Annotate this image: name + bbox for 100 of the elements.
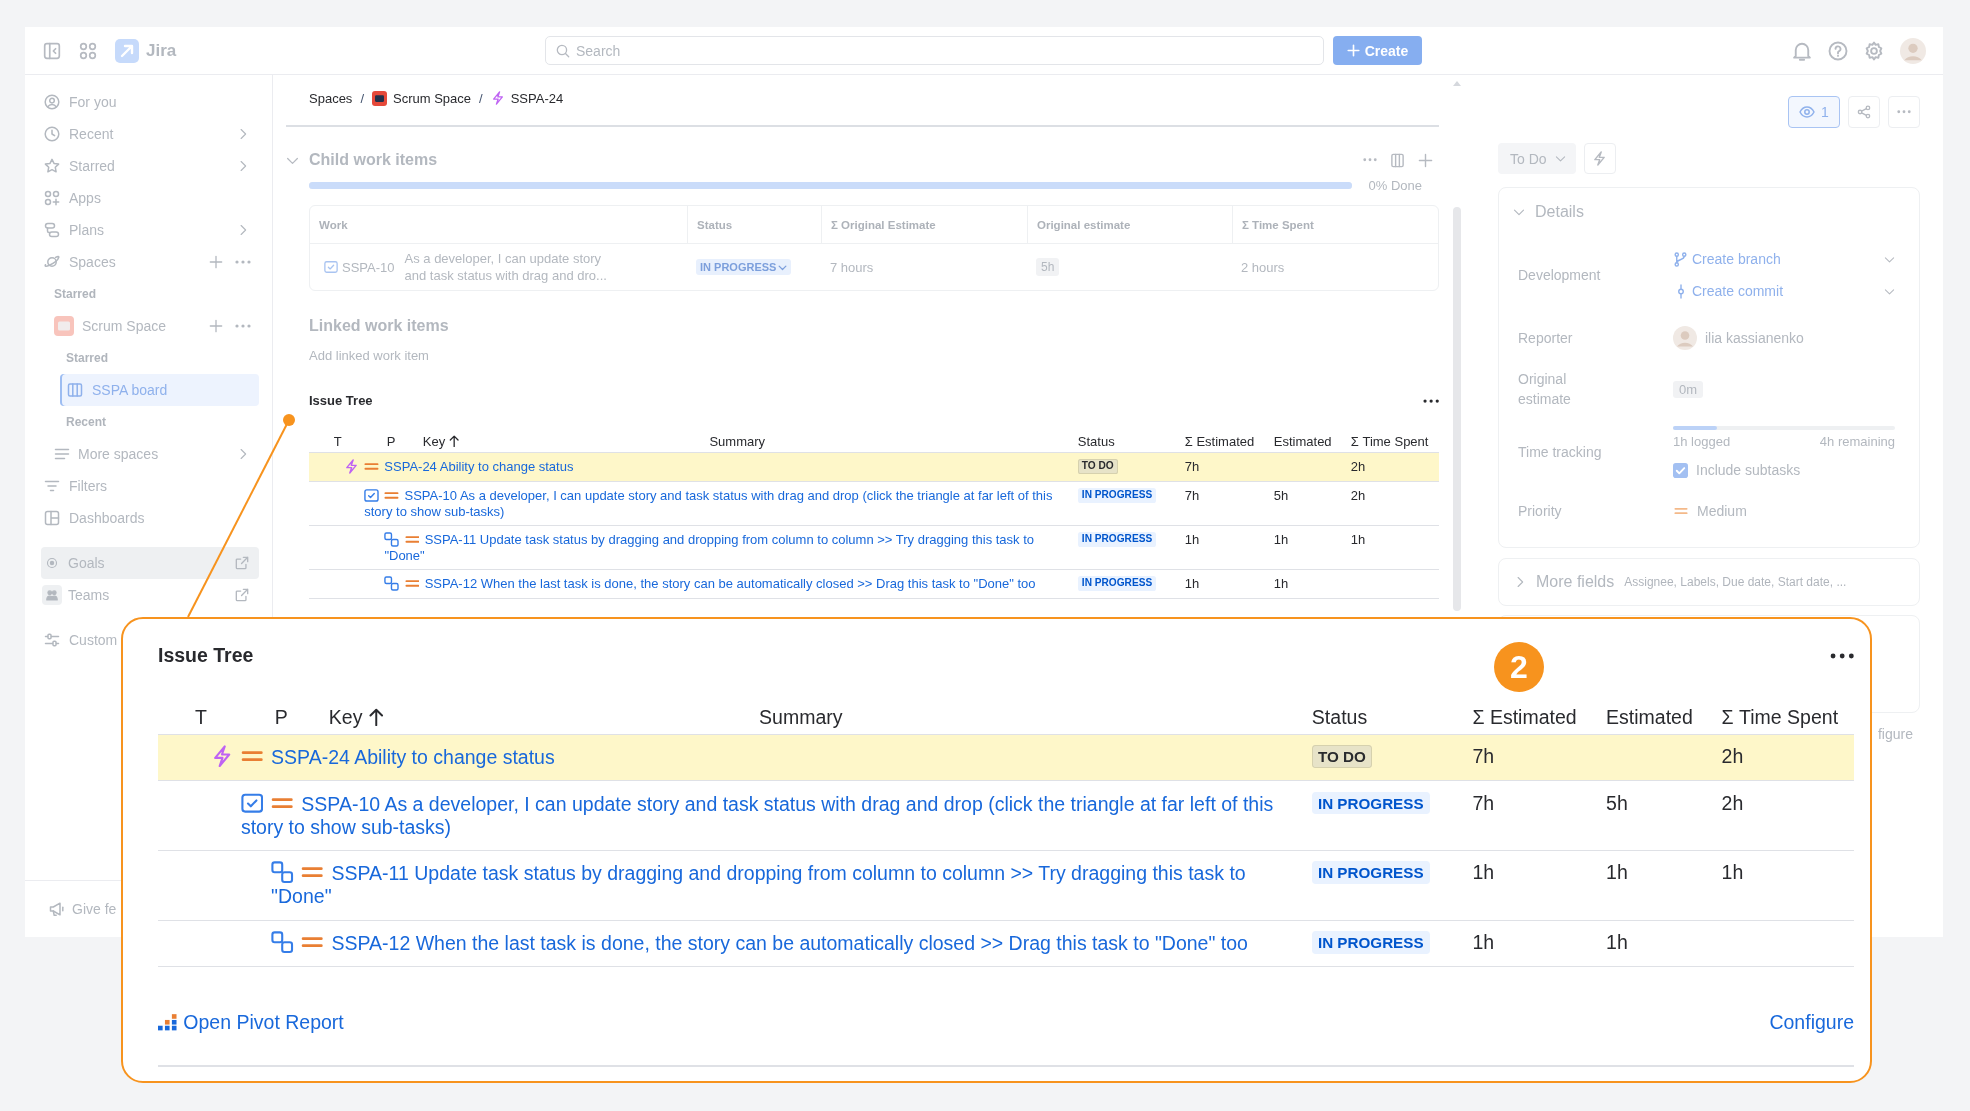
section-title: More fields	[1536, 573, 1615, 591]
column-header[interactable]: Key	[317, 705, 429, 729]
section-title: Linked work items	[309, 317, 449, 335]
estimate-value: 5h	[1606, 791, 1628, 814]
lightning-icon	[344, 458, 360, 474]
estimate-value: 1h	[1606, 861, 1628, 884]
tree-row[interactable]: SSPA-24 Ability to change status TO DO 7h 2h	[309, 453, 1439, 482]
column-header[interactable]: T	[309, 433, 379, 449]
settings-icon[interactable]	[1864, 40, 1884, 61]
checked-box-icon	[240, 791, 264, 815]
column-header[interactable]: Summary	[489, 433, 1070, 449]
sidebar-heading: Starred	[65, 350, 110, 367]
section-title: Issue Tree	[158, 644, 254, 668]
estimate-value: 5h	[1273, 487, 1289, 503]
apps-grid-icon[interactable]	[79, 41, 97, 60]
checkbox-label: Include subtasks	[1696, 462, 1801, 478]
column-header[interactable]: Σ Estimated	[1177, 433, 1266, 449]
work-item-link[interactable]: SSPA-10 As a developer, I can update story and task status with drag and drop (click the triangle at far left of this story to show sub-tasks)	[240, 791, 1289, 840]
search-input[interactable]: Search	[576, 39, 1313, 62]
lines-icon	[54, 446, 70, 462]
add-icon[interactable]	[209, 319, 223, 333]
search-field[interactable]: Search	[545, 36, 1324, 65]
breadcrumb-link[interactable]: Spaces	[309, 90, 353, 106]
remaining-time: 4h remaining	[1819, 433, 1895, 451]
time-spent-value: 1h	[1350, 531, 1366, 547]
sidebar-toggle-icon[interactable]	[43, 41, 61, 60]
column-header[interactable]: Status	[1070, 433, 1177, 449]
column-header[interactable]: P	[379, 433, 415, 449]
tree-row[interactable]: SSPA-12 When the last task is done, the story can be automatically closed >> Drag this task to "Done" too IN PROGRESS 1h 1h	[309, 570, 1439, 599]
more-icon[interactable]	[1829, 652, 1854, 659]
status-lozenge: IN PROGRESS	[1311, 931, 1430, 954]
progress-label: 0% Done	[1368, 177, 1422, 193]
breadcrumb-link[interactable]: SSPA-24	[490, 90, 564, 106]
search-icon	[556, 43, 570, 58]
estimate-value: 1h	[1606, 931, 1628, 954]
external-link-icon	[235, 588, 249, 602]
time-spent-value: 2 hours	[1241, 259, 1285, 275]
configure-link[interactable]: Configure	[1769, 1011, 1854, 1034]
checkbox[interactable]	[1673, 462, 1688, 478]
linked-squares-icon	[271, 861, 294, 884]
section-title: Details	[1535, 203, 1584, 221]
share-icon	[1857, 105, 1871, 119]
tree-row[interactable]: SSPA-12 When the last task is done, the story can be automatically closed >> Drag this task to "Done" too IN PROGRESS 1h 1h	[158, 920, 1854, 967]
column-header[interactable]: Σ Time Spent	[1709, 705, 1854, 729]
work-item-link[interactable]: SSPA-11 Update task status by dragging and dropping from column to column >> Try dragging this task to "Done"	[384, 531, 1063, 564]
columns-icon[interactable]	[1390, 152, 1405, 168]
column-header[interactable]: Key	[415, 433, 489, 449]
people-icon	[42, 585, 62, 605]
time-spent-value: 2h	[1721, 745, 1744, 768]
chevron-down-icon[interactable]	[1513, 206, 1525, 218]
tree-row[interactable]: SSPA-10 As a developer, I can update story and task status with drag and drop (click the triangle at far left of this story to show sub-tasks) IN PROGRESS 7h 5h 2h	[158, 781, 1854, 851]
column-header[interactable]: Σ Estimated	[1460, 705, 1595, 729]
more-button[interactable]	[1888, 96, 1920, 128]
work-item-link[interactable]: SSPA-12 When the last task is done, the story can be automatically closed >> Drag this task to "Done" too	[271, 931, 1289, 956]
work-item-link[interactable]: SSPA-12 When the last task is done, the story can be automatically closed >> Drag this task to "Done" too	[384, 576, 1063, 592]
work-item-link[interactable]: SSPA-11 Update task status by dragging and dropping from column to column >> Try dragging this task to "Done"	[271, 861, 1289, 909]
estimate-value: 1h	[1184, 531, 1200, 547]
help-icon[interactable]	[1828, 40, 1848, 61]
more-icon[interactable]	[1422, 398, 1439, 403]
plus-icon	[1346, 44, 1360, 57]
estimate-value: 1h	[1273, 576, 1289, 591]
scroll-up-icon[interactable]	[1453, 81, 1461, 86]
column-header[interactable]: P	[263, 705, 318, 729]
tree-row[interactable]: SSPA-11 Update task status by dragging and dropping from column to column >> Try dragging this task to "Done" IN PROGRESS 1h 1h 1h	[158, 850, 1854, 921]
column-header[interactable]: Estimated	[1594, 705, 1710, 729]
pivot-report-link[interactable]: Open Pivot Report	[158, 1011, 344, 1034]
status-lozenge: TO DO	[1077, 458, 1118, 474]
share-button[interactable]	[1848, 96, 1880, 128]
board-icon	[67, 382, 83, 398]
bell-icon[interactable]	[1792, 40, 1812, 61]
more-icon	[1897, 110, 1911, 114]
plans-icon	[44, 222, 60, 238]
planet-icon	[44, 254, 60, 270]
space-avatar-icon	[54, 316, 74, 336]
column-header[interactable]: Σ Time Spent	[1343, 433, 1439, 449]
scrollbar-thumb[interactable]	[1453, 207, 1461, 611]
breadcrumb-link[interactable]: Scrum Space	[372, 90, 472, 106]
automation-button[interactable]	[1583, 143, 1616, 174]
tree-row[interactable]: SSPA-11 Update task status by dragging and dropping from column to column >> Try dragging this task to "Done" IN PROGRESS 1h 1h 1h	[309, 525, 1439, 571]
lightning-icon	[490, 91, 505, 105]
tree-row[interactable]: SSPA-24 Ability to change status TO DO 7h 2h	[158, 734, 1854, 781]
chevron-right-icon[interactable]	[1514, 576, 1526, 588]
column-header[interactable]: Estimated	[1266, 433, 1343, 449]
add-icon[interactable]	[1418, 152, 1433, 168]
field-label: Reporter	[1518, 329, 1574, 348]
time-spent-value: 2h	[1350, 487, 1366, 503]
space-avatar-icon	[372, 90, 387, 106]
work-item-link[interactable]: SSPA-24 Ability to change status	[210, 745, 1289, 770]
work-item-link[interactable]: SSPA-10 As a developer, I can update story and task status with drag and drop (click the triangle at far left of this story to show sub-tasks)	[364, 487, 1063, 520]
avatar-icon[interactable]	[1900, 37, 1926, 64]
add-icon[interactable]	[209, 255, 223, 269]
column-header[interactable]: Summary	[428, 705, 1301, 729]
field-label: Original estimate	[1518, 370, 1572, 409]
tree-row[interactable]: SSPA-10 As a developer, I can update story and task status with drag and drop (click the triangle at far left of this story to show sub-tasks) IN PROGRESS 7h 5h 2h	[309, 481, 1439, 526]
estimate-value: 1h	[1273, 531, 1289, 547]
work-item-link[interactable]: SSPA-24 Ability to change status	[344, 458, 1063, 475]
column-header[interactable]: Status	[1300, 705, 1461, 729]
column-header[interactable]: T	[158, 705, 264, 729]
estimate-value: 1h	[1472, 931, 1495, 954]
arrow-up-icon	[448, 434, 461, 448]
